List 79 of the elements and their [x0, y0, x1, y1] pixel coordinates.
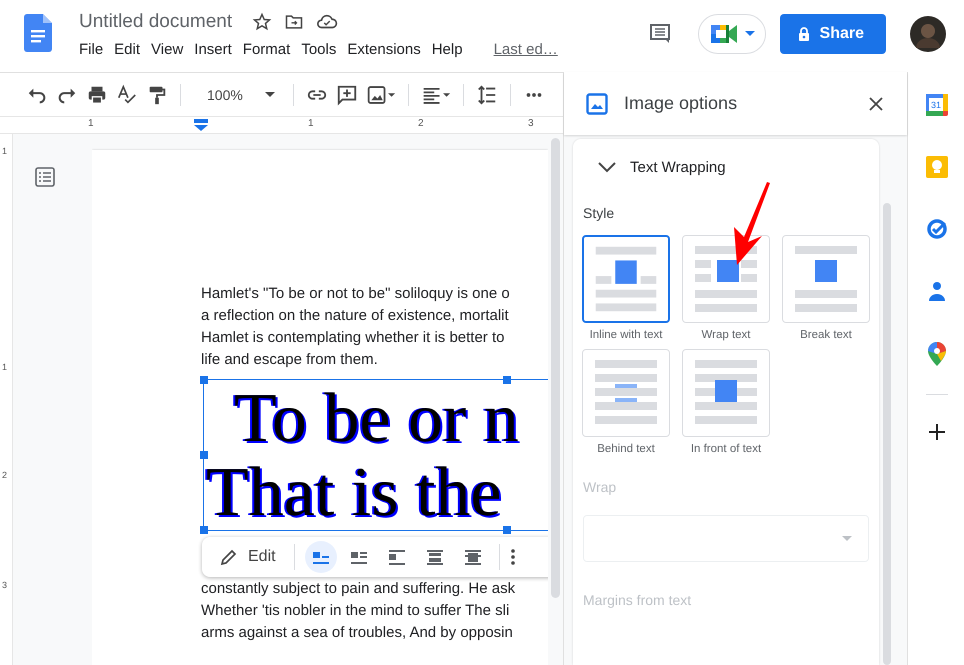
star-icon[interactable] — [252, 12, 272, 32]
option-label: In front of text — [690, 443, 762, 455]
image-icon — [586, 92, 608, 114]
section-title[interactable]: Text Wrapping — [630, 158, 726, 176]
body-text-line: Hamlet's "To be or not to be" soliloquy is one o — [201, 284, 511, 304]
video-camera-icon — [710, 23, 739, 45]
pencil-icon — [220, 548, 238, 566]
document-title[interactable]: Untitled document — [79, 11, 232, 33]
menu-item[interactable]: Extensions — [345, 38, 428, 61]
ruler-number: 1 — [2, 362, 8, 372]
tasks-icon[interactable] — [926, 218, 948, 240]
calendar-icon[interactable]: 31 — [926, 94, 948, 116]
resize-handle[interactable] — [200, 376, 208, 384]
spellcheck-icon[interactable] — [116, 84, 138, 106]
menu-item[interactable]: Edit — [112, 38, 148, 61]
wrap-layout-icon — [312, 549, 330, 565]
meet-button[interactable] — [698, 14, 766, 54]
ruler-number: 1 — [88, 118, 94, 129]
resize-handle[interactable] — [503, 376, 511, 384]
add-icon[interactable] — [928, 423, 946, 441]
ruler-number: 1 — [2, 146, 8, 156]
wrap-style-option[interactable] — [582, 235, 670, 323]
style-label: Style — [583, 204, 616, 223]
zoom-dropdown[interactable]: 100% — [193, 86, 281, 102]
body-text-line: life and escape from them. — [201, 350, 379, 370]
menu-item[interactable]: Help — [430, 38, 470, 61]
menu-item[interactable]: File — [77, 38, 110, 61]
line-spacing-icon[interactable] — [476, 84, 498, 106]
wrap-layout-icon — [350, 549, 368, 565]
ruler-number: 3 — [528, 118, 534, 129]
wrap-mode-button[interactable] — [304, 541, 337, 573]
caret-icon — [744, 31, 755, 37]
wrap-label: Wrap — [583, 478, 618, 497]
wrap-layout-icon — [426, 549, 444, 565]
image-text: To be or n — [234, 384, 519, 454]
person-icon[interactable] — [926, 280, 948, 302]
avatar[interactable] — [910, 16, 946, 52]
image-text: That is the — [206, 458, 502, 528]
close-icon[interactable] — [869, 96, 883, 110]
scrollbar-thumb[interactable] — [551, 138, 560, 598]
docs-logo-icon[interactable] — [24, 14, 52, 52]
caret-icon — [842, 536, 852, 541]
margins-label: Margins from text — [583, 591, 692, 610]
indent-marker-icon[interactable] — [194, 119, 208, 131]
wrap-layout-icon — [388, 549, 406, 565]
last-edit-link[interactable]: Last ed… — [494, 41, 558, 58]
map-pin-icon[interactable] — [928, 342, 946, 366]
ruler-number: 1 — [308, 118, 314, 129]
body-text-line: constantly subject to pain and suffering. He ask — [201, 579, 516, 599]
menu-item[interactable]: Insert — [192, 38, 239, 61]
resize-handle[interactable] — [503, 526, 511, 534]
body-text-line: a reflection on the nature of existence, mortalit — [201, 306, 510, 326]
image-icon[interactable] — [366, 84, 396, 106]
menu-item[interactable]: Tools — [299, 38, 344, 61]
ruler-number: 3 — [2, 580, 8, 590]
edit-button[interactable]: Edit — [212, 548, 284, 566]
wrap-layout-icon — [464, 549, 482, 565]
caret-icon — [264, 92, 275, 97]
option-label: Inline with text — [590, 329, 662, 341]
lock-icon — [798, 27, 810, 41]
resize-handle[interactable] — [200, 526, 208, 534]
add-comment-icon[interactable] — [336, 84, 358, 106]
menu-item[interactable]: View — [149, 38, 190, 61]
scrollbar-thumb[interactable] — [883, 203, 891, 665]
body-text-line: Hamlet is contemplating whether it is better to — [201, 328, 506, 348]
option-label: Break text — [800, 329, 852, 341]
option-label: Wrap text — [702, 329, 750, 341]
chevron-icon[interactable] — [598, 161, 616, 173]
ruler-number: 2 — [418, 118, 424, 129]
more-vert-icon[interactable] — [510, 548, 516, 566]
outline-icon[interactable] — [34, 166, 56, 188]
ruler-number: 2 — [2, 470, 8, 480]
body-text-line: arms against a sea of troubles, And by opposin — [201, 623, 514, 643]
option-label: Behind text — [597, 443, 655, 455]
body-text-line: Whether 'tis nobler in the mind to suffer The sli — [201, 601, 510, 621]
resize-handle[interactable] — [200, 451, 208, 459]
panel-title: Image options — [624, 93, 738, 114]
share-button[interactable]: Share — [780, 14, 886, 54]
menu-item[interactable]: Format — [240, 38, 298, 61]
